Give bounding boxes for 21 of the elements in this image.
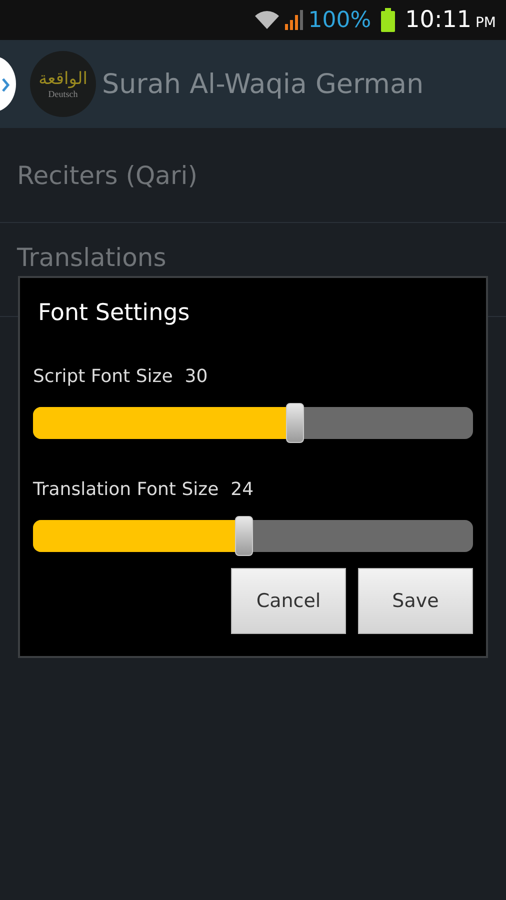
battery-percent: 100% <box>308 8 372 32</box>
battery-icon <box>381 8 396 32</box>
slider-thumb[interactable] <box>235 516 254 556</box>
clock-meridiem: PM <box>475 15 496 31</box>
dialog-title: Font Settings <box>38 300 191 326</box>
chevron-icon <box>2 78 10 92</box>
app-title: Surah Al-Waqia German <box>102 68 424 100</box>
slider-label: Translation Font Size <box>33 479 219 500</box>
logo-caption: Deutsch <box>48 89 78 100</box>
clock-time: 10:11 <box>405 7 472 33</box>
logo-script: الواقعة <box>38 68 88 90</box>
cancel-button[interactable]: Cancel <box>231 568 346 634</box>
menu-item[interactable]: Reciters (Qari) <box>17 160 198 190</box>
wifi-icon <box>254 10 280 30</box>
slider-thumb[interactable] <box>286 403 304 443</box>
slider-value: 30 <box>184 366 208 387</box>
save-button[interactable]: Save <box>358 568 473 634</box>
slider-label: Script Font Size <box>33 366 173 387</box>
signal-icon <box>284 9 304 31</box>
menu-item[interactable]: Translations <box>17 243 166 272</box>
slider-value: 24 <box>230 479 254 500</box>
